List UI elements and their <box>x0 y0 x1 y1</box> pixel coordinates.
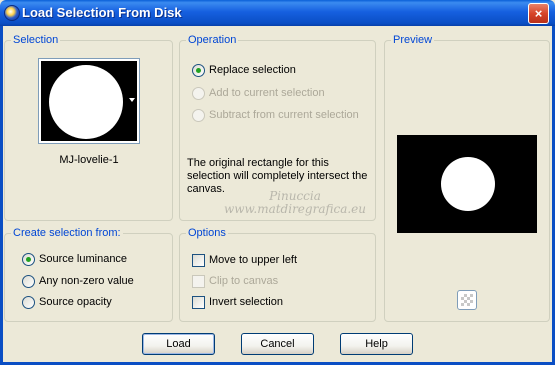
thumbnail-circle <box>49 65 123 139</box>
radio-button[interactable] <box>22 252 35 266</box>
selection-file-name: MJ-lovelie-1 <box>59 154 119 166</box>
checkbox-clip-to-canvas: Clip to canvas <box>192 273 278 289</box>
radio-source-opacity[interactable]: Source opacity <box>22 294 112 310</box>
checkerboard-icon <box>461 294 473 306</box>
preview-background-button[interactable] <box>457 290 477 310</box>
title-bar[interactable]: Load Selection From Disk × <box>0 0 555 26</box>
checkbox-invert-selection[interactable]: Invert selection <box>192 294 283 310</box>
radio-button[interactable] <box>192 63 205 77</box>
radio-button[interactable] <box>22 295 35 309</box>
cancel-button[interactable]: Cancel <box>241 333 314 355</box>
operation-info-text: The original rectangle for this selectio… <box>187 157 368 195</box>
checkbox-label: Invert selection <box>209 296 283 308</box>
radio-label: Source opacity <box>39 296 112 308</box>
close-icon: × <box>534 6 543 21</box>
preview-circle <box>441 157 495 211</box>
radio-button[interactable] <box>22 274 35 288</box>
close-button[interactable]: × <box>528 3 549 24</box>
checkbox <box>192 274 205 288</box>
radio-label: Subtract from current selection <box>209 109 359 121</box>
radio-button <box>192 108 205 122</box>
radio-any-non-zero-value[interactable]: Any non-zero value <box>22 273 134 289</box>
operation-group-title: Operation <box>186 34 239 46</box>
preview-canvas <box>397 135 537 233</box>
radio-label: Any non-zero value <box>39 275 134 287</box>
selection-thumbnail-dropdown[interactable] <box>38 58 140 144</box>
create-selection-group-title: Create selection from: <box>11 227 123 239</box>
radio-label: Source luminance <box>39 253 128 265</box>
checkbox-move-to-upper-left[interactable]: Move to upper left <box>192 252 297 268</box>
selection-group-title: Selection <box>11 34 61 46</box>
checkbox-label: Clip to canvas <box>209 275 279 287</box>
chevron-down-icon[interactable] <box>129 98 135 102</box>
checkbox-label: Move to upper left <box>209 254 298 266</box>
checkbox[interactable] <box>192 253 205 267</box>
checkbox[interactable] <box>192 295 205 309</box>
load-button[interactable]: Load <box>142 333 215 355</box>
radio-button <box>192 86 205 100</box>
help-button[interactable]: Help <box>340 333 413 355</box>
selection-thumbnail <box>45 65 129 139</box>
radio-source-luminance[interactable]: Source luminance <box>22 251 127 267</box>
options-group-title: Options <box>186 227 228 239</box>
radio-add-to-selection: Add to current selection <box>192 85 325 101</box>
window-title: Load Selection From Disk <box>22 5 182 20</box>
preview-group-title: Preview <box>391 34 435 46</box>
radio-label: Add to current selection <box>209 87 325 99</box>
radio-subtract-from-selection: Subtract from current selection <box>192 107 359 123</box>
radio-label: Replace selection <box>209 64 296 76</box>
app-icon <box>4 5 20 21</box>
radio-replace-selection[interactable]: Replace selection <box>192 62 296 78</box>
